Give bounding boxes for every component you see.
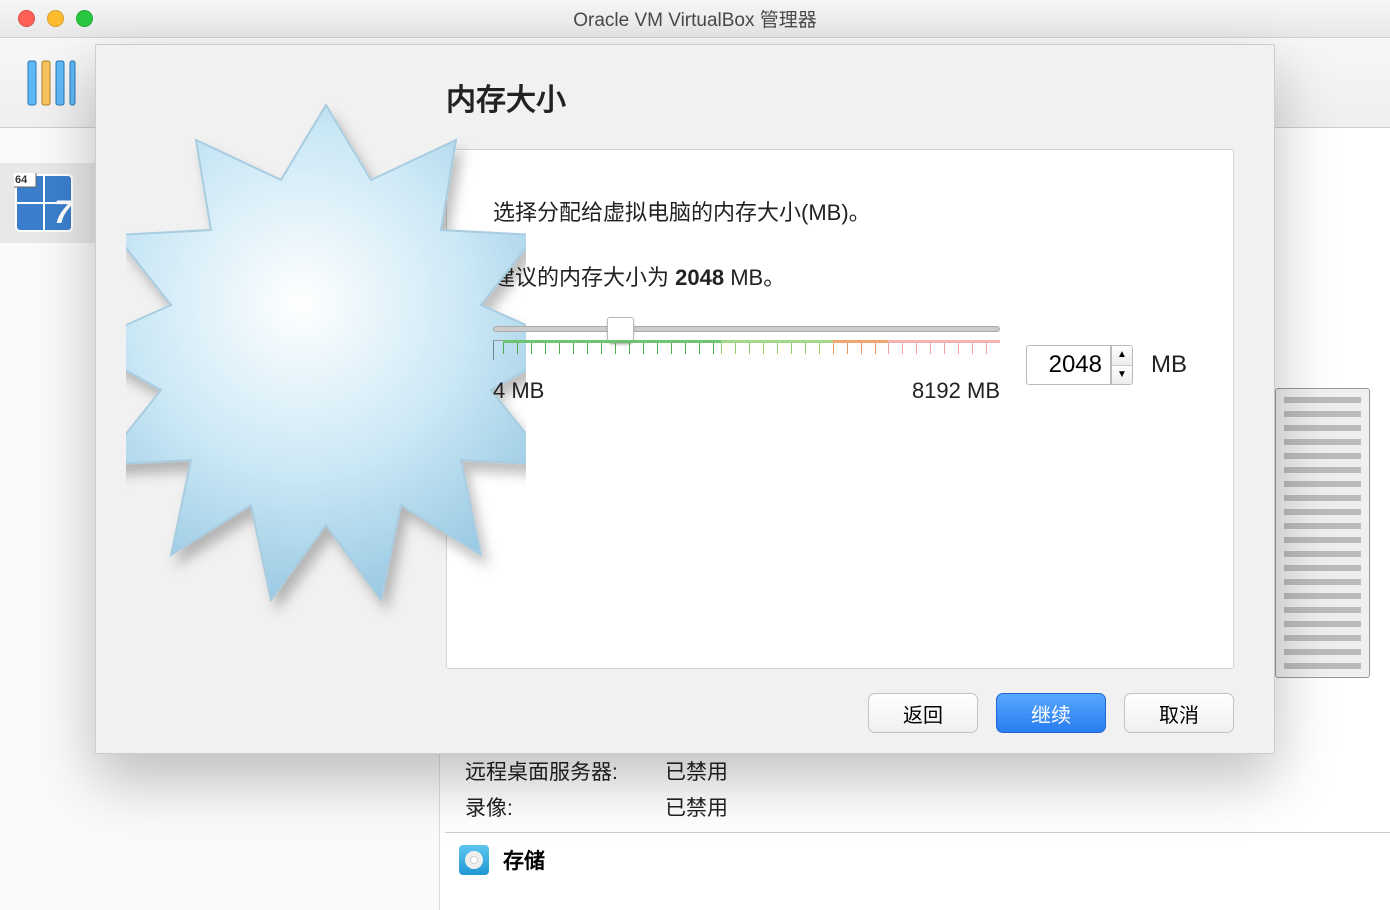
display-info: 远程桌面服务器: 已禁用 录像: 已禁用 [465, 756, 728, 828]
starburst-icon [126, 35, 526, 715]
window-title: Oracle VM VirtualBox 管理器 [0, 5, 1390, 32]
storage-header-label: 存储 [503, 845, 545, 875]
storage-section-header[interactable]: 存储 [445, 832, 1390, 886]
memory-slider[interactable] [493, 326, 1000, 332]
recommend-suffix: MB。 [724, 265, 785, 290]
slider-ticks [493, 340, 1000, 360]
stepper-up-button[interactable]: ▲ [1112, 346, 1132, 366]
video-capture-value: 已禁用 [665, 792, 728, 822]
tools-icon[interactable] [20, 53, 80, 113]
video-capture-label: 录像: [465, 792, 665, 822]
dialog-recommendation: 建议的内存大小为 2048 MB。 [493, 261, 1187, 294]
slider-max-label: 8192 MB [912, 378, 1000, 404]
traffic-lights [0, 10, 93, 27]
memory-input[interactable] [1026, 345, 1111, 385]
vm-os-icon: 7 64 [14, 173, 74, 233]
dialog-button-row: 返回 继续 取消 [446, 693, 1234, 733]
back-button[interactable]: 返回 [868, 693, 978, 733]
svg-text:64: 64 [15, 174, 28, 186]
svg-text:7: 7 [54, 194, 74, 230]
stepper-down-button[interactable]: ▼ [1112, 366, 1132, 385]
close-window-button[interactable] [18, 10, 35, 27]
vm-preview-thumbnail [1275, 388, 1370, 678]
recommend-value: 2048 [675, 265, 724, 290]
dialog-description: 选择分配给虚拟电脑的内存大小(MB)。 [493, 196, 1187, 229]
memory-stepper[interactable]: ▲ ▼ [1111, 345, 1133, 385]
dialog-content-card: 选择分配给虚拟电脑的内存大小(MB)。 建议的内存大小为 2048 MB。 [446, 149, 1234, 669]
cancel-button[interactable]: 取消 [1124, 693, 1234, 733]
slider-min-label: 4 MB [493, 378, 544, 404]
maximize-window-button[interactable] [76, 10, 93, 27]
minimize-window-button[interactable] [47, 10, 64, 27]
storage-icon [459, 845, 489, 875]
continue-button[interactable]: 继续 [996, 693, 1106, 733]
dialog-title: 内存大小 [446, 75, 1234, 119]
remote-desktop-label: 远程桌面服务器: [465, 756, 665, 786]
dialog-illustration [96, 45, 446, 753]
memory-unit: MB [1151, 351, 1187, 379]
memory-size-dialog: 内存大小 选择分配给虚拟电脑的内存大小(MB)。 建议的内存大小为 2048 M… [95, 44, 1275, 754]
titlebar: Oracle VM VirtualBox 管理器 [0, 0, 1390, 38]
remote-desktop-value: 已禁用 [665, 756, 728, 786]
